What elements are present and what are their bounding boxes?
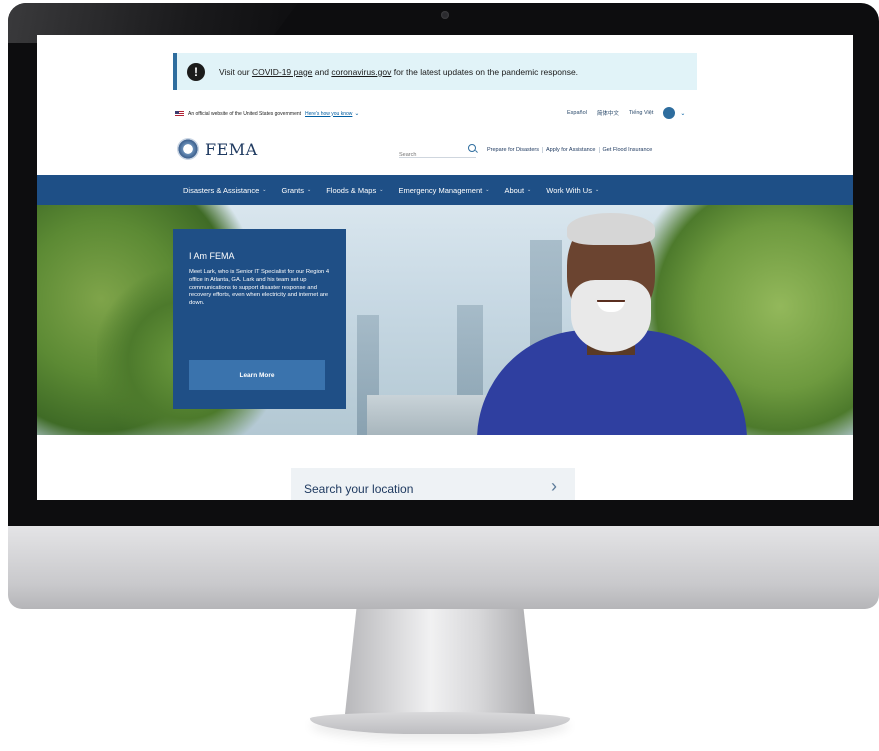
search-input[interactable]	[399, 152, 459, 158]
prepare-for-disasters-link[interactable]: Prepare for Disasters	[484, 147, 543, 153]
us-flag-icon	[175, 110, 184, 117]
hero-banner: I Am FEMA Meet Lark, who is Senior IT Sp…	[37, 205, 853, 435]
apply-for-assistance-link[interactable]: Apply for Assistance	[543, 147, 600, 153]
alert-middle: and	[314, 66, 329, 77]
monitor: ! Visit our COVID-19 page and coronaviru…	[8, 3, 879, 609]
chevron-down-icon: ⌄	[527, 187, 532, 193]
nav-emergency-management[interactable]: Emergency Management ⌄	[398, 186, 489, 195]
nav-label: Work With Us	[546, 185, 592, 195]
nav-label: Emergency Management	[398, 185, 483, 195]
alert-text: Visit our COVID-19 page and coronavirus.…	[219, 67, 578, 77]
person-hair	[567, 213, 655, 245]
lang-chinese[interactable]: 简体中文	[597, 109, 619, 117]
chevron-down-icon: ⌄	[485, 187, 490, 193]
chevron-down-icon: ⌄	[307, 187, 312, 193]
language-chevron-icon[interactable]: ⌄	[680, 110, 685, 117]
alert-suffix: for the latest updates on the pandemic r…	[393, 66, 579, 77]
chevron-down-icon[interactable]: ⌄	[354, 110, 359, 117]
search-location-box[interactable]: Search your location ›	[291, 468, 575, 500]
alert-exclamation-icon: !	[187, 62, 205, 81]
utility-links: Prepare for Disasters Apply for Assistan…	[484, 147, 655, 153]
dhs-seal-icon	[177, 138, 199, 160]
globe-icon[interactable]	[663, 107, 676, 119]
alert-prefix: Visit our	[219, 66, 250, 77]
browser-screen: ! Visit our COVID-19 page and coronaviru…	[37, 35, 853, 500]
nav-label: About	[504, 185, 525, 195]
gov-banner: An official website of the United States…	[175, 110, 359, 117]
nav-grants[interactable]: Grants ⌄	[281, 186, 311, 195]
nav-floods-maps[interactable]: Floods & Maps ⌄	[326, 186, 383, 195]
lang-vietnamese[interactable]: Tiếng Việt	[629, 110, 653, 116]
monitor-stand	[345, 609, 535, 714]
gov-banner-text: An official website of the United States…	[188, 110, 302, 117]
nav-label: Grants	[281, 185, 304, 195]
chevron-down-icon: ⌄	[262, 187, 267, 193]
nav-label: Floods & Maps	[326, 185, 377, 195]
nav-label: Disasters & Assistance	[183, 185, 260, 195]
hero-person-image	[467, 210, 757, 435]
chevron-down-icon: ⌄	[594, 187, 600, 193]
fema-logo[interactable]: FEMA	[177, 138, 258, 160]
chevron-right-icon[interactable]: ›	[551, 476, 557, 497]
main-nav: Disasters & Assistance ⌄ Grants ⌄ Floods &…	[37, 175, 853, 205]
chevron-down-icon: ⌄	[379, 187, 384, 193]
lang-espanol[interactable]: Español	[567, 110, 587, 116]
search-box	[399, 143, 476, 158]
monitor-base	[310, 712, 570, 734]
heres-how-you-know-link[interactable]: Here's how you know	[305, 111, 352, 117]
nav-work-with-us[interactable]: Work With Us ⌄	[546, 186, 599, 195]
search-icon[interactable]	[468, 144, 476, 152]
nav-about[interactable]: About ⌄	[504, 186, 531, 195]
learn-more-button[interactable]: Learn More	[189, 360, 325, 390]
nav-disasters-assistance[interactable]: Disasters & Assistance ⌄	[183, 186, 266, 195]
monitor-bezel: ! Visit our COVID-19 page and coronaviru…	[8, 3, 879, 526]
get-flood-insurance-link[interactable]: Get Flood Insurance	[600, 147, 656, 153]
covid-alert-banner: ! Visit our COVID-19 page and coronaviru…	[173, 53, 697, 90]
logo-text: FEMA	[205, 139, 258, 159]
coronavirus-gov-link[interactable]: coronavirus.gov	[331, 67, 391, 77]
hero-card: I Am FEMA Meet Lark, who is Senior IT Sp…	[173, 229, 346, 409]
language-selector: Español 简体中文 Tiếng Việt ⌄	[567, 107, 695, 119]
search-location-label: Search your location	[304, 482, 414, 496]
hero-title: I Am FEMA	[189, 251, 235, 261]
covid-page-link[interactable]: COVID-19 page	[252, 67, 312, 77]
monitor-chin	[8, 526, 879, 609]
person-beard	[571, 280, 651, 352]
hero-body: Meet Lark, who is Senior IT Specialist f…	[189, 269, 330, 307]
camera-icon	[441, 11, 449, 19]
